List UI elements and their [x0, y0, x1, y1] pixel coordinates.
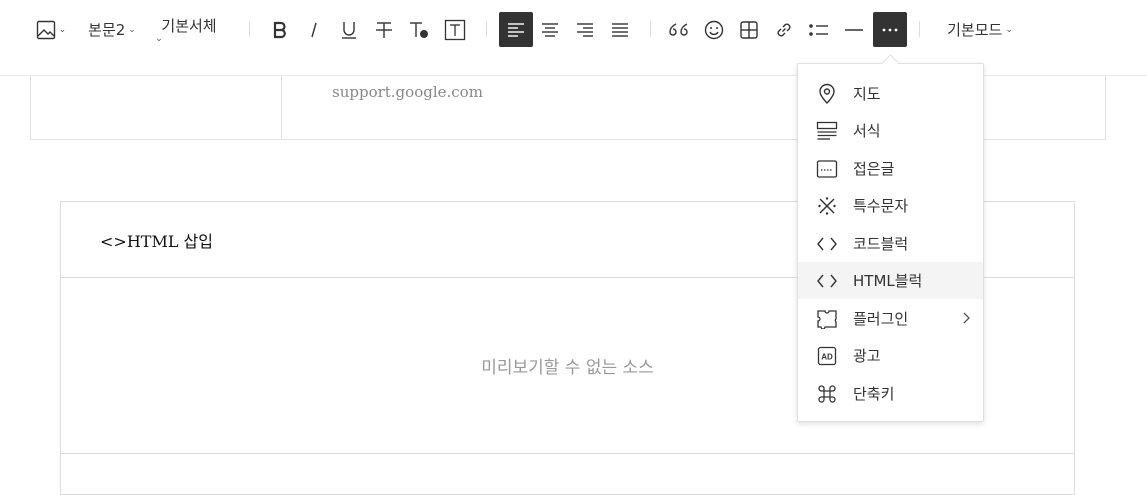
menu-item-html-block[interactable]: HTML블럭 [798, 262, 983, 299]
menu-item-label: 특수문자 [853, 197, 909, 215]
editor-mode-label: 기본모드 [947, 21, 1003, 39]
horizontal-line-icon [845, 28, 863, 31]
link-button[interactable] [767, 12, 801, 47]
emoji-icon [704, 20, 724, 39]
html-code-icon [816, 270, 838, 292]
font-family-label: 기본서체 [161, 17, 217, 35]
toolbar-divider [249, 21, 250, 37]
align-right-icon [577, 22, 593, 37]
bold-button[interactable] [263, 12, 297, 47]
menu-item-label: 코드블럭 [853, 235, 909, 253]
text-background-button[interactable] [438, 12, 472, 47]
toolbar-divider [486, 21, 487, 37]
menu-item-fold-text[interactable]: 접은글 [798, 150, 983, 187]
align-center-icon [542, 22, 558, 37]
text-color-icon [410, 21, 428, 38]
chevron-right-icon [961, 310, 971, 329]
fold-text-icon [816, 158, 838, 180]
toolbar-divider [919, 21, 920, 37]
bullet-list-icon [809, 23, 828, 36]
chevron-down-icon: ⌄ [155, 34, 163, 44]
ad-icon: AD [816, 345, 838, 367]
align-center-button[interactable] [533, 12, 567, 47]
html-block-title: <>HTML 삽입 [100, 232, 213, 251]
menu-item-shortcut[interactable]: 단축키 [798, 375, 983, 412]
paragraph-style-label: 본문2 [88, 21, 126, 39]
align-left-button[interactable] [499, 12, 533, 47]
more-dropdown-menu: 지도 서식 접은글 특수문자 코드블럭 HTML블럭 플러그인 AD 광고 단축… [797, 63, 984, 422]
map-pin-icon [816, 83, 838, 105]
chevron-down-icon: ⌄ [1005, 24, 1013, 35]
chevron-down-icon: ⌄ [128, 24, 136, 35]
menu-item-label: 단축키 [853, 385, 895, 403]
horizontal-line-button[interactable] [837, 12, 871, 47]
quote-button[interactable] [662, 12, 696, 47]
menu-item-special-char[interactable]: 특수문자 [798, 187, 983, 224]
special-char-icon [816, 195, 838, 217]
align-left-icon [508, 22, 524, 37]
bullet-list-button[interactable] [802, 12, 836, 47]
shortcut-icon [816, 383, 838, 405]
menu-item-label: 광고 [853, 347, 881, 365]
link-url: support.google.com [332, 83, 483, 101]
editor-mode-select[interactable]: 기본모드 ⌄ [940, 12, 1020, 47]
menu-item-code-block[interactable]: 코드블럭 [798, 225, 983, 262]
underline-icon [342, 21, 356, 39]
menu-item-ad[interactable]: AD 광고 [798, 337, 983, 374]
emoji-button[interactable] [697, 12, 731, 47]
template-icon [816, 120, 838, 142]
code-icon [816, 233, 838, 255]
paragraph-style-select[interactable]: 본문2 ⌄ [84, 12, 140, 47]
text-box-icon [444, 19, 466, 40]
card-divider [281, 75, 282, 139]
table-icon [740, 20, 758, 39]
menu-item-label: 접은글 [853, 160, 895, 178]
strikethrough-icon [376, 21, 392, 38]
quote-icon [669, 22, 688, 36]
next-block[interactable] [60, 453, 1075, 495]
menu-item-map[interactable]: 지도 [798, 75, 983, 112]
chevron-down-icon: ⌄ [58, 24, 67, 35]
menu-item-template[interactable]: 서식 [798, 112, 983, 149]
menu-item-label: 서식 [853, 122, 881, 140]
italic-button[interactable] [297, 12, 331, 47]
menu-item-label: 플러그인 [853, 310, 909, 328]
table-button[interactable] [732, 12, 766, 47]
link-icon [777, 23, 791, 36]
menu-item-label: HTML블럭 [853, 272, 923, 290]
toolbar-divider [650, 21, 651, 37]
align-justify-button[interactable] [603, 12, 637, 47]
text-color-button[interactable] [402, 12, 436, 47]
italic-icon [311, 22, 317, 37]
more-button[interactable] [873, 12, 907, 47]
more-icon [882, 28, 898, 31]
font-family-select[interactable]: 기본서체 ⌄ [155, 12, 222, 47]
menu-item-plugin[interactable]: 플러그인 [798, 300, 983, 337]
insert-image-button[interactable]: ⌄ [33, 12, 69, 47]
menu-item-label: 지도 [853, 85, 881, 103]
image-icon [36, 20, 55, 39]
strikethrough-button[interactable] [367, 12, 401, 47]
underline-button[interactable] [332, 12, 366, 47]
plugin-icon [816, 308, 838, 330]
svg-text:AD: AD [821, 352, 833, 361]
align-justify-icon [612, 22, 628, 37]
align-right-button[interactable] [568, 12, 602, 47]
bold-icon [273, 21, 286, 38]
